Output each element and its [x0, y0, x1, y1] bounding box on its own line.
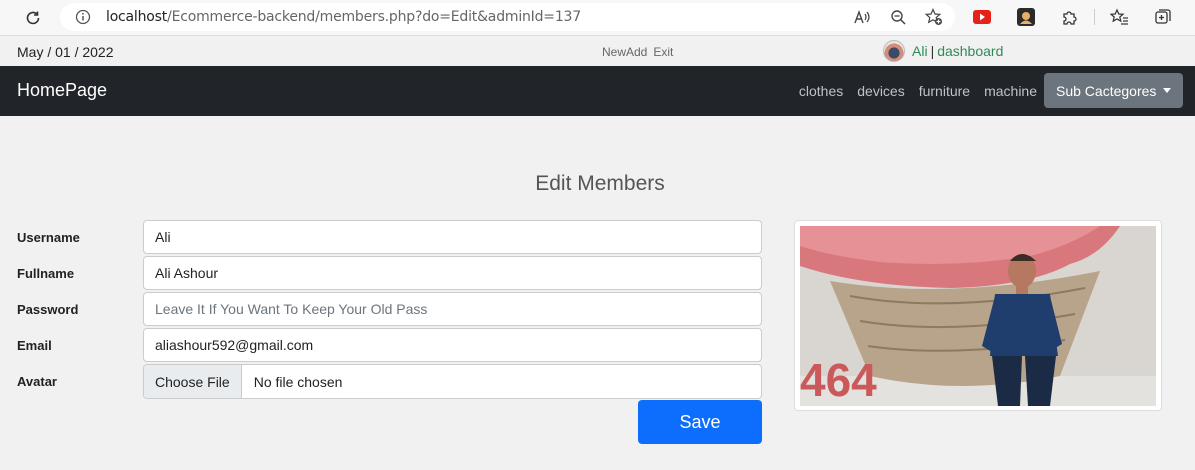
exit-link[interactable]: Exit [653, 45, 673, 59]
fullname-input[interactable]: Ali Ashour [143, 256, 762, 290]
dashboard-link[interactable]: dashboard [937, 43, 1003, 59]
nav-links: clothes devices furniture machine [799, 83, 1037, 99]
avatar-file-input[interactable]: Choose File No file chosen [143, 364, 762, 399]
read-aloud-icon[interactable] [853, 8, 871, 26]
new-add-link[interactable]: NewAdd [602, 45, 647, 59]
reload-icon[interactable] [22, 7, 44, 29]
password-input[interactable]: Leave It If You Want To Keep Your Old Pa… [143, 292, 762, 326]
info-bar: May / 01 / 2022 NewAdd Exit Ali | dashboa… [0, 36, 1195, 66]
username-label: Username [17, 230, 80, 245]
youtube-extension-icon[interactable] [972, 7, 992, 27]
nav-item-devices[interactable]: devices [857, 83, 904, 99]
profile-extension-icon[interactable] [1016, 7, 1036, 27]
dropdown-label: Sub Cactegores [1056, 82, 1157, 99]
address-bar[interactable]: localhost/Ecommerce-backend/members.php?… [60, 3, 955, 31]
extensions-puzzle-icon[interactable] [1060, 7, 1080, 27]
avatar-image-card: 464 [794, 220, 1162, 411]
user-separator: | [930, 43, 935, 59]
avatar-label: Avatar [17, 374, 57, 389]
avatar-photo: 464 [800, 226, 1156, 406]
admin-links: NewAdd Exit [602, 45, 679, 59]
nav-item-clothes[interactable]: clothes [799, 83, 843, 99]
current-date: May / 01 / 2022 [17, 44, 114, 60]
caret-down-icon [1163, 88, 1171, 93]
nav-item-furniture[interactable]: furniture [919, 83, 970, 99]
user-name-link[interactable]: Ali [912, 43, 928, 59]
toolbar-separator [1094, 9, 1095, 25]
save-button[interactable]: Save [638, 400, 762, 444]
avatar-overlay-text: 464 [800, 354, 877, 406]
email-label: Email [17, 338, 52, 353]
avatar[interactable] [883, 40, 905, 62]
fullname-label: Fullname [17, 266, 75, 281]
file-status: No file chosen [253, 373, 343, 390]
zoom-out-icon[interactable] [889, 8, 907, 26]
username-input[interactable]: Ali [143, 220, 762, 254]
password-label: Password [17, 302, 79, 317]
url-path: /Ecommerce-backend/members.php?do=Edit&a… [167, 9, 581, 25]
add-favorite-icon[interactable] [925, 8, 943, 26]
site-info-icon[interactable] [75, 9, 91, 25]
sub-categories-dropdown[interactable]: Sub Cactegores [1044, 73, 1183, 108]
nav-item-machine[interactable]: machine [984, 83, 1037, 99]
favorites-icon[interactable] [1109, 7, 1129, 27]
main-navbar: HomePage clothes devices furniture machi… [0, 66, 1195, 116]
url-text[interactable]: localhost/Ecommerce-backend/members.php?… [106, 9, 581, 25]
choose-file-button[interactable]: Choose File [144, 365, 242, 398]
browser-toolbar: localhost/Ecommerce-backend/members.php?… [0, 0, 1195, 36]
user-area: Ali | dashboard [883, 40, 1003, 62]
brand-link[interactable]: HomePage [17, 80, 107, 101]
page-title: Edit Members [535, 172, 665, 195]
collections-icon[interactable] [1153, 7, 1173, 27]
url-host: localhost [106, 9, 168, 25]
email-input[interactable]: aliashour592@gmail.com [143, 328, 762, 362]
